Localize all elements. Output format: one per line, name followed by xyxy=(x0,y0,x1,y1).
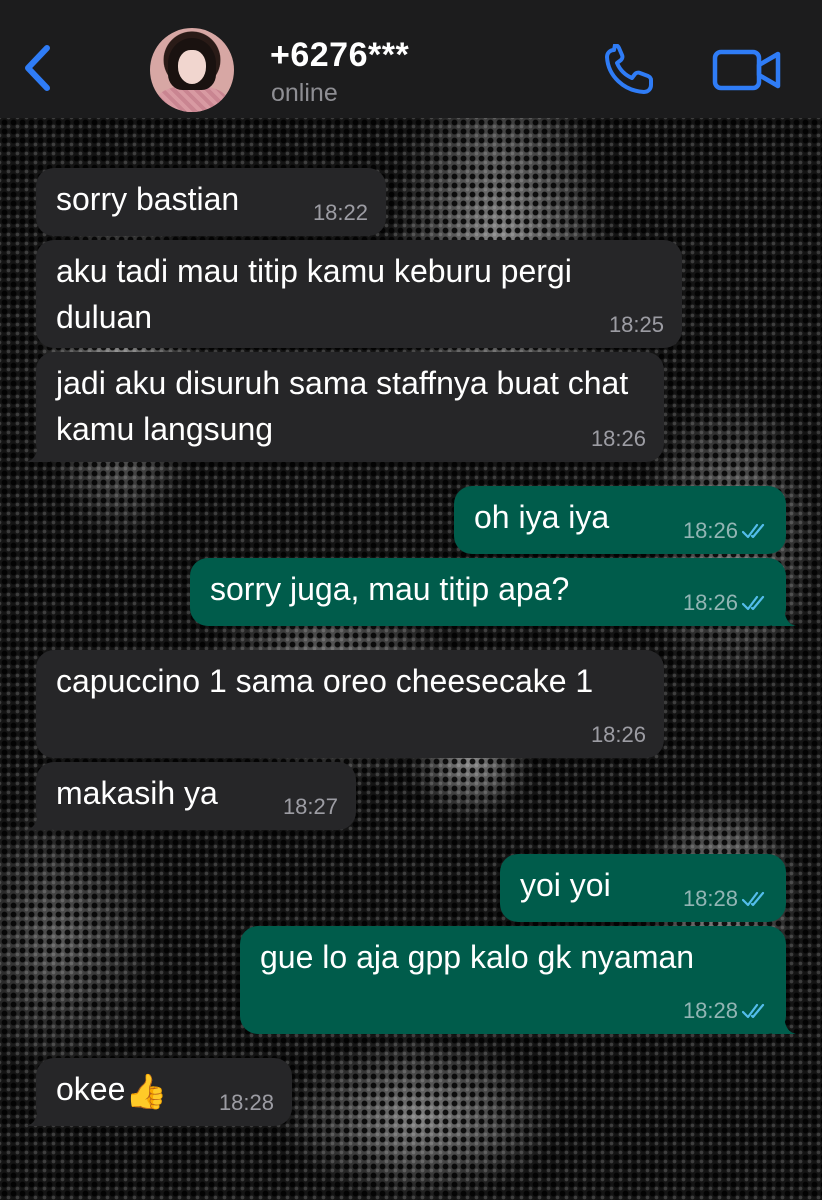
message-list[interactable]: sorry bastian 18:22 aku tadi mau titip k… xyxy=(0,118,822,1200)
message-meta: 18:28 xyxy=(683,998,768,1024)
message-meta: 18:26 xyxy=(591,426,646,452)
phone-icon xyxy=(605,43,653,94)
contact-status: online xyxy=(271,79,338,107)
message-meta: 18:25 xyxy=(609,312,664,338)
message-bubble-outgoing[interactable]: gue lo aja gpp kalo gk nyaman 18:28 xyxy=(240,926,796,1034)
message-text: jadi aku disuruh sama staffnya buat chat… xyxy=(56,365,638,447)
message-text-content: okee xyxy=(56,1071,126,1107)
bubble-tail xyxy=(26,808,50,830)
message-time: 18:26 xyxy=(590,426,646,451)
chat-screen: +6276*** online sorry bastian 18:22 aku … xyxy=(0,0,822,1200)
message-meta: 18:26 xyxy=(683,590,768,616)
message-time: 18:28 xyxy=(682,886,738,911)
message-time: 18:25 xyxy=(608,312,664,337)
message-meta: 18:22 xyxy=(313,200,368,226)
chat-header: +6276*** online xyxy=(0,0,822,118)
thumbs-up-emoji: 👍 xyxy=(125,1073,168,1111)
bubble-tail xyxy=(772,604,796,626)
message-meta: 18:28 xyxy=(683,886,768,912)
double-check-icon xyxy=(742,595,765,611)
message-bubble-outgoing[interactable]: sorry juga, mau titip apa? 18:26 xyxy=(190,558,796,626)
message-meta: 18:26 xyxy=(591,722,646,748)
voice-call-button[interactable] xyxy=(602,43,658,96)
message-time: 18:26 xyxy=(682,590,738,615)
message-text: capuccino 1 sama oreo cheesecake 1 xyxy=(56,663,594,699)
back-button[interactable] xyxy=(18,40,58,96)
message-bubble-incoming[interactable]: sorry bastian 18:22 xyxy=(36,168,386,236)
contact-avatar[interactable] xyxy=(150,28,234,112)
message-bubble-incoming[interactable]: aku tadi mau titip kamu keburu pergi dul… xyxy=(36,240,682,348)
bubble-tail xyxy=(26,1104,50,1126)
message-time: 18:28 xyxy=(682,998,738,1023)
message-time: 18:26 xyxy=(590,722,646,747)
message-meta: 18:27 xyxy=(283,794,338,820)
message-bubble-incoming[interactable]: jadi aku disuruh sama staffnya buat chat… xyxy=(26,352,664,462)
message-time: 18:22 xyxy=(312,200,368,225)
double-check-icon xyxy=(742,1003,765,1019)
avatar-face xyxy=(178,50,206,84)
message-text: gue lo aja gpp kalo gk nyaman xyxy=(260,939,695,975)
message-time: 18:26 xyxy=(682,518,738,543)
message-bubble-outgoing[interactable]: yoi yoi 18:28 xyxy=(500,854,786,922)
video-call-button[interactable] xyxy=(712,48,782,92)
contact-name[interactable]: +6276*** xyxy=(270,36,409,75)
video-camera-icon xyxy=(712,49,781,91)
message-bubble-incoming[interactable]: makasih ya 18:27 xyxy=(26,762,356,830)
double-check-icon xyxy=(742,891,765,907)
double-check-icon xyxy=(742,523,765,539)
message-bubble-outgoing[interactable]: oh iya iya 18:26 xyxy=(454,486,786,554)
message-meta: 18:26 xyxy=(683,518,768,544)
message-bubble-incoming[interactable]: okee👍 18:28 xyxy=(26,1058,292,1126)
message-bubble-incoming[interactable]: capuccino 1 sama oreo cheesecake 1 18:26 xyxy=(36,650,664,758)
bubble-tail xyxy=(772,1012,796,1034)
message-text: aku tadi mau titip kamu keburu pergi dul… xyxy=(56,253,581,335)
bubble-tail xyxy=(26,440,50,462)
chevron-left-icon xyxy=(25,45,50,91)
message-meta: 18:28 xyxy=(219,1090,274,1116)
message-time: 18:27 xyxy=(282,794,338,819)
message-time: 18:28 xyxy=(218,1090,274,1115)
